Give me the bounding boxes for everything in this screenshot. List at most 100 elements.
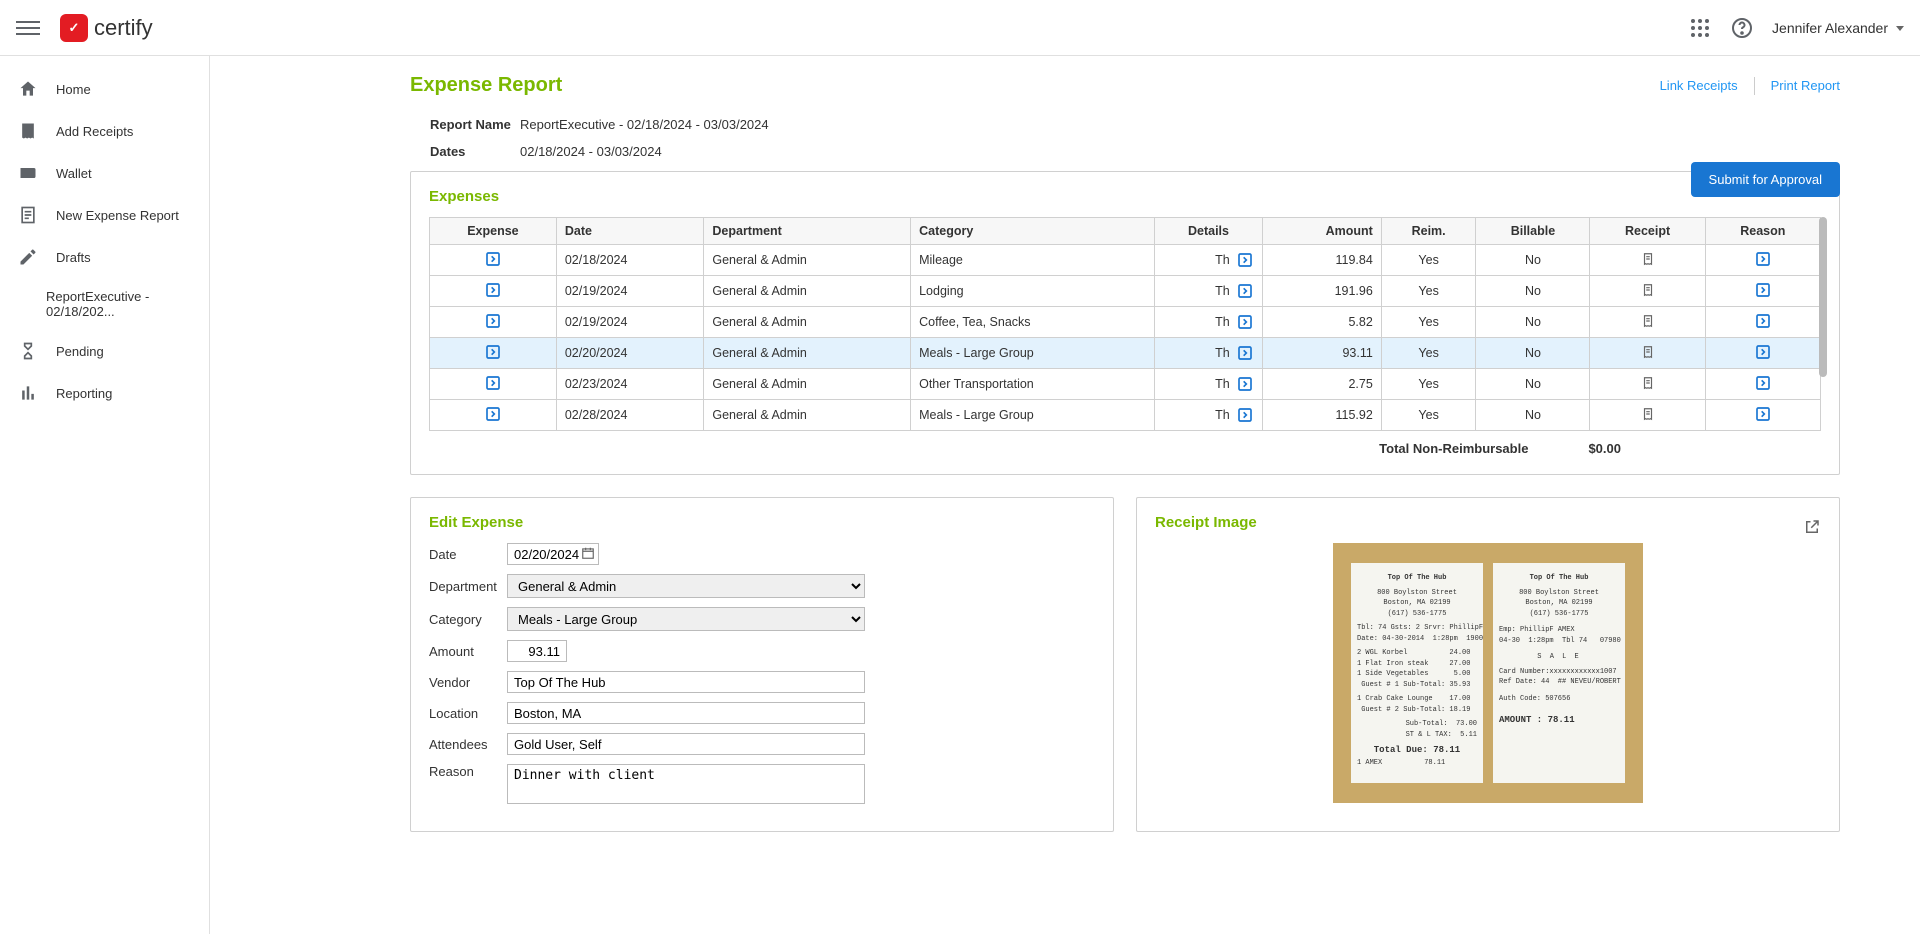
reason-icon[interactable]	[1754, 374, 1772, 392]
link-receipts-link[interactable]: Link Receipts	[1660, 78, 1738, 93]
chart-icon	[18, 383, 38, 403]
reason-icon[interactable]	[1754, 405, 1772, 423]
cell-department: General & Admin	[704, 245, 911, 276]
chevron-down-icon	[1894, 20, 1904, 36]
expand-row-icon[interactable]	[484, 343, 502, 361]
total-nonreimbursable-value: $0.00	[1588, 441, 1621, 456]
column-header: Receipt	[1590, 218, 1705, 245]
column-header: Date	[556, 218, 704, 245]
receipt-icon[interactable]	[1641, 287, 1655, 301]
reason-icon[interactable]	[1754, 250, 1772, 268]
date-input[interactable]	[507, 543, 599, 565]
table-row[interactable]: 02/23/2024General & AdminOther Transport…	[430, 369, 1821, 400]
sidebar-item-pending[interactable]: Pending	[0, 330, 209, 372]
app-logo[interactable]: ✓ certify	[60, 14, 153, 42]
receipt-icon[interactable]	[1641, 380, 1655, 394]
sidebar-item-label: Wallet	[56, 166, 92, 181]
receipt-icon[interactable]	[1641, 318, 1655, 332]
location-label: Location	[429, 706, 507, 721]
table-row[interactable]: 02/19/2024General & AdminLodgingTh191.96…	[430, 276, 1821, 307]
cell-reimbursable: Yes	[1381, 276, 1476, 307]
details-icon[interactable]	[1236, 375, 1254, 393]
details-icon[interactable]	[1236, 344, 1254, 362]
sidebar-item-new-report[interactable]: New Expense Report	[0, 194, 209, 236]
cell-date: 02/23/2024	[556, 369, 704, 400]
sidebar-item-label: Home	[56, 82, 91, 97]
logo-mark-icon: ✓	[60, 14, 88, 42]
amount-input[interactable]	[507, 640, 567, 662]
cell-billable: No	[1476, 400, 1590, 431]
expand-row-icon[interactable]	[484, 374, 502, 392]
cell-department: General & Admin	[704, 307, 911, 338]
table-row[interactable]: 02/20/2024General & AdminMeals - Large G…	[430, 338, 1821, 369]
sidebar-item-label: New Expense Report	[56, 208, 179, 223]
details-icon[interactable]	[1236, 282, 1254, 300]
department-label: Department	[429, 579, 507, 594]
submit-for-approval-button[interactable]: Submit for Approval	[1691, 162, 1840, 197]
reason-input[interactable]	[507, 764, 865, 804]
sidebar-item-label: Reporting	[56, 386, 112, 401]
menu-icon[interactable]	[16, 16, 40, 40]
attendees-input[interactable]	[507, 733, 865, 755]
category-label: Category	[429, 612, 507, 627]
expand-row-icon[interactable]	[484, 250, 502, 268]
column-header: Reim.	[1381, 218, 1476, 245]
sidebar-item-label: ReportExecutive - 02/18/202...	[46, 289, 191, 319]
receipt-paper-left: Top Of The Hub 800 Boylston Street Bosto…	[1351, 563, 1483, 783]
sidebar-item-add-receipts[interactable]: Add Receipts	[0, 110, 209, 152]
expand-row-icon[interactable]	[484, 405, 502, 423]
receipt-icon	[18, 121, 38, 141]
cell-date: 02/19/2024	[556, 307, 704, 338]
cell-category: Other Transportation	[911, 369, 1155, 400]
edit-expense-title: Edit Expense	[429, 514, 1095, 531]
help-icon[interactable]	[1730, 16, 1754, 40]
expand-row-icon[interactable]	[484, 312, 502, 330]
home-icon	[18, 79, 38, 99]
total-nonreimbursable-label: Total Non-Reimbursable	[1379, 441, 1528, 456]
cell-department: General & Admin	[704, 338, 911, 369]
receipt-icon[interactable]	[1641, 411, 1655, 425]
expand-row-icon[interactable]	[484, 281, 502, 299]
sidebar-item-reporting[interactable]: Reporting	[0, 372, 209, 414]
sidebar-item-current-report[interactable]: ReportExecutive - 02/18/202...	[0, 278, 209, 330]
table-row[interactable]: 02/28/2024General & AdminMeals - Large G…	[430, 400, 1821, 431]
dates-label: Dates	[430, 144, 520, 159]
cell-category: Meals - Large Group	[911, 400, 1155, 431]
cell-reimbursable: Yes	[1381, 307, 1476, 338]
sidebar-item-home[interactable]: Home	[0, 68, 209, 110]
details-icon[interactable]	[1236, 313, 1254, 331]
reason-icon[interactable]	[1754, 281, 1772, 299]
print-report-link[interactable]: Print Report	[1771, 78, 1840, 93]
receipt-image[interactable]: Top Of The Hub 800 Boylston Street Bosto…	[1333, 543, 1643, 803]
date-label: Date	[429, 547, 507, 562]
reason-icon[interactable]	[1754, 312, 1772, 330]
vendor-input[interactable]	[507, 671, 865, 693]
divider	[1754, 77, 1755, 95]
report-name-label: Report Name	[430, 117, 520, 132]
open-external-icon[interactable]	[1803, 518, 1821, 539]
location-input[interactable]	[507, 702, 865, 724]
user-menu[interactable]: Jennifer Alexander	[1772, 20, 1904, 36]
edit-icon	[18, 247, 38, 267]
cell-billable: No	[1476, 369, 1590, 400]
receipt-icon[interactable]	[1641, 349, 1655, 363]
details-icon[interactable]	[1236, 406, 1254, 424]
scrollbar[interactable]	[1819, 217, 1827, 377]
reason-icon[interactable]	[1754, 343, 1772, 361]
apps-icon[interactable]	[1688, 16, 1712, 40]
category-select[interactable]: Meals - Large Group	[507, 607, 865, 631]
cell-department: General & Admin	[704, 276, 911, 307]
sidebar-item-wallet[interactable]: Wallet	[0, 152, 209, 194]
details-icon[interactable]	[1236, 251, 1254, 269]
cell-date: 02/19/2024	[556, 276, 704, 307]
attendees-label: Attendees	[429, 737, 507, 752]
cell-date: 02/20/2024	[556, 338, 704, 369]
department-select[interactable]: General & Admin	[507, 574, 865, 598]
table-row[interactable]: 02/19/2024General & AdminCoffee, Tea, Sn…	[430, 307, 1821, 338]
receipt-icon[interactable]	[1641, 256, 1655, 270]
column-header: Reason	[1705, 218, 1820, 245]
cell-category: Mileage	[911, 245, 1155, 276]
table-row[interactable]: 02/18/2024General & AdminMileageTh119.84…	[430, 245, 1821, 276]
sidebar-item-drafts[interactable]: Drafts	[0, 236, 209, 278]
column-header: Expense	[430, 218, 557, 245]
